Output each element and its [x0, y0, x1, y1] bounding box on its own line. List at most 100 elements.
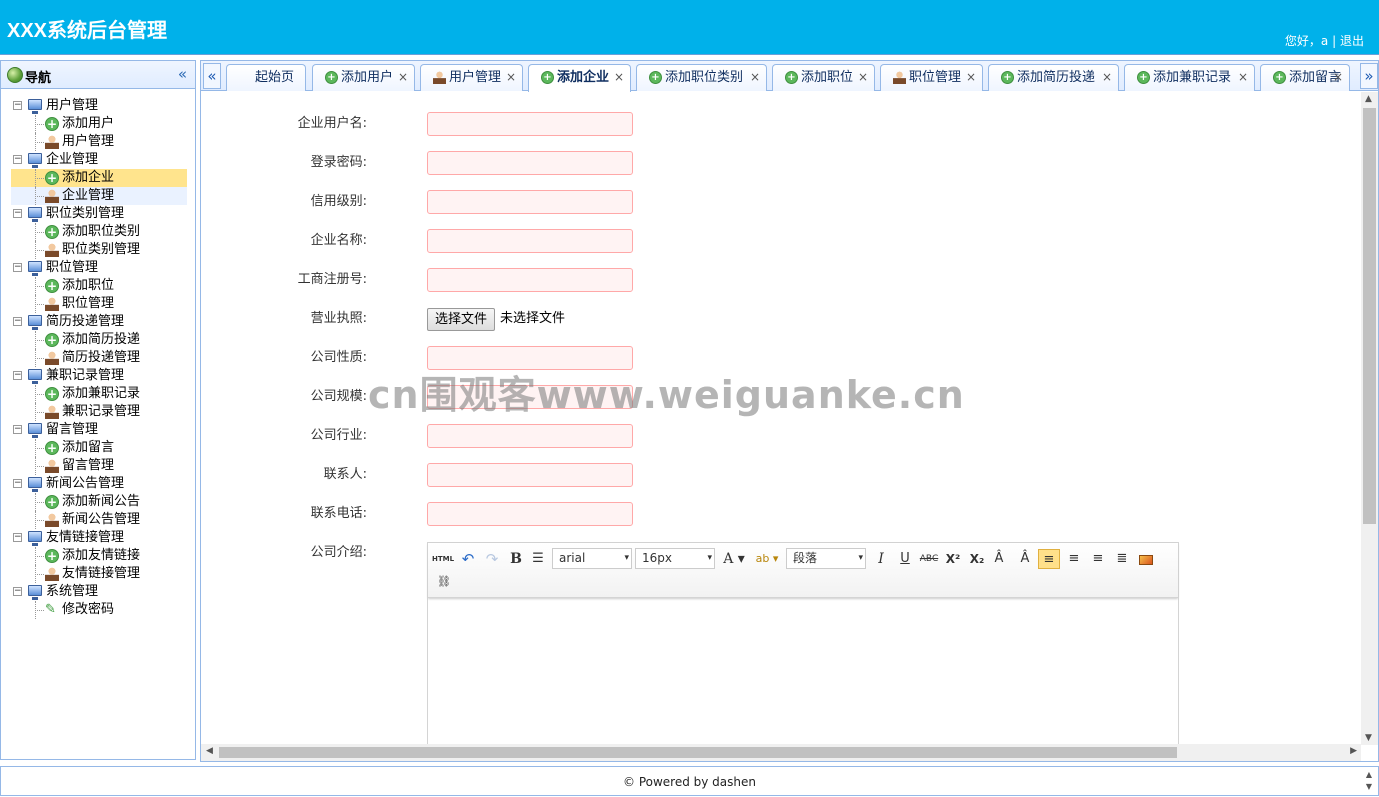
- horizontal-scrollbar[interactable]: ◀ ▶: [201, 744, 1361, 761]
- tree-item[interactable]: + 添加职位类别: [11, 223, 187, 241]
- scroll-right-icon[interactable]: ▶: [1350, 746, 1357, 756]
- tree-item[interactable]: 友情链接管理: [11, 565, 187, 583]
- tree-item[interactable]: 企业管理: [11, 187, 187, 205]
- close-icon[interactable]: ×: [614, 65, 624, 90]
- tree-group[interactable]: − 企业管理: [11, 151, 187, 169]
- form-row: 信用级别:: [201, 190, 1201, 214]
- tab[interactable]: + 添加兼职记录 ×: [1124, 64, 1255, 91]
- collapse-toggle-icon[interactable]: −: [13, 425, 22, 434]
- collapse-toggle-icon[interactable]: −: [13, 317, 22, 326]
- tree-item[interactable]: 职位管理: [11, 295, 187, 313]
- close-icon[interactable]: ×: [750, 65, 760, 90]
- tree-group[interactable]: − 职位类别管理: [11, 205, 187, 223]
- text-field[interactable]: [427, 229, 633, 253]
- tree-item[interactable]: + 添加用户: [11, 115, 187, 133]
- scroll-up-icon[interactable]: ▲: [1365, 94, 1372, 104]
- field-label: 企业名称:: [310, 233, 367, 248]
- tab[interactable]: + 添加留言 ×: [1260, 64, 1350, 91]
- footer-scroll-icon[interactable]: ▲ ▼: [1362, 769, 1376, 793]
- tree-item[interactable]: 职位类别管理: [11, 241, 187, 259]
- user-icon: [45, 243, 59, 257]
- tree-item[interactable]: + 添加友情链接: [11, 547, 187, 565]
- tree-item[interactable]: ✎ 修改密码: [11, 601, 187, 619]
- tree-group[interactable]: − 简历投递管理: [11, 313, 187, 331]
- tree-item[interactable]: 简历投递管理: [11, 349, 187, 367]
- tab[interactable]: + 添加简历投递 ×: [988, 64, 1119, 91]
- close-icon[interactable]: ×: [398, 65, 408, 90]
- close-icon[interactable]: ×: [1238, 65, 1248, 90]
- collapse-toggle-icon[interactable]: −: [13, 587, 22, 596]
- tree-group[interactable]: − 职位管理: [11, 259, 187, 277]
- tree-item[interactable]: + 添加简历投递: [11, 331, 187, 349]
- choose-file-button[interactable]: 选择文件: [427, 308, 496, 331]
- scroll-tabs-right-icon[interactable]: »: [1360, 63, 1378, 89]
- tree-line: [35, 196, 44, 197]
- tree-item[interactable]: + 添加新闻公告: [11, 493, 187, 511]
- collapse-toggle-icon[interactable]: −: [13, 101, 22, 110]
- field-label: 联系电话:: [310, 506, 367, 521]
- tab[interactable]: + 添加用户 ×: [312, 64, 415, 91]
- text-field[interactable]: [427, 502, 633, 526]
- tree-item-label: 新闻公告管理: [62, 512, 141, 527]
- tree-group[interactable]: − 用户管理: [11, 97, 187, 115]
- tree-item[interactable]: + 添加留言: [11, 439, 187, 457]
- add-icon: +: [1001, 71, 1014, 84]
- separator: |: [1332, 34, 1337, 48]
- tree-group[interactable]: − 系统管理: [11, 583, 187, 601]
- tree-item[interactable]: 兼职记录管理: [11, 403, 187, 421]
- vertical-scroll-thumb[interactable]: [1363, 108, 1376, 524]
- tree-item[interactable]: + 添加职位: [11, 277, 187, 295]
- collapse-toggle-icon[interactable]: −: [13, 155, 22, 164]
- tree-group[interactable]: − 友情链接管理: [11, 529, 187, 547]
- tab[interactable]: 起始页: [226, 64, 306, 91]
- tree-item[interactable]: 用户管理: [11, 133, 187, 151]
- tab-label: 添加用户: [341, 70, 394, 85]
- collapse-icon[interactable]: «: [178, 65, 187, 83]
- tree-item[interactable]: 新闻公告管理: [11, 511, 187, 529]
- form-row: 营业执照: 选择文件 未选择文件: [201, 307, 1201, 331]
- tree-item[interactable]: 留言管理: [11, 457, 187, 475]
- nav-panel: 导航 « − 用户管理 + 添加用户 用户管理 − 企业管理 + 添加企业 企业管理 − 职位类别管理…: [0, 60, 196, 760]
- rich-text-editor[interactable]: HTML ↶ ↷ B ☰ arial 16px A ▾ ab ▾ 段落 I U …: [427, 542, 1179, 761]
- computer-icon: [28, 531, 42, 546]
- text-field[interactable]: [427, 424, 633, 448]
- text-field[interactable]: [427, 268, 633, 292]
- tree-group[interactable]: − 留言管理: [11, 421, 187, 439]
- horizontal-scroll-thumb[interactable]: [219, 747, 1177, 758]
- logout-link[interactable]: 退出: [1340, 34, 1364, 48]
- scroll-left-icon[interactable]: ◀: [206, 746, 213, 756]
- text-field[interactable]: [427, 151, 633, 175]
- collapse-toggle-icon[interactable]: −: [13, 209, 22, 218]
- tree-line: [35, 124, 44, 125]
- tree-item[interactable]: + 添加企业: [11, 169, 187, 187]
- tab[interactable]: 职位管理 ×: [880, 64, 983, 91]
- tree-item-label: 用户管理: [62, 134, 115, 149]
- tree-line: [35, 520, 44, 521]
- add-icon: +: [45, 441, 59, 455]
- tab[interactable]: 用户管理 ×: [420, 64, 523, 91]
- close-icon[interactable]: ×: [1102, 65, 1112, 90]
- text-field[interactable]: [427, 112, 633, 136]
- close-icon[interactable]: ×: [506, 65, 516, 90]
- close-icon[interactable]: ×: [858, 65, 868, 90]
- link-icon[interactable]: ⛓: [434, 572, 454, 592]
- close-icon[interactable]: ×: [966, 65, 976, 90]
- collapse-toggle-icon[interactable]: −: [13, 371, 22, 380]
- close-icon[interactable]: ×: [1333, 65, 1343, 90]
- file-status: 未选择文件: [500, 311, 566, 326]
- collapse-toggle-icon[interactable]: −: [13, 533, 22, 542]
- tab[interactable]: + 添加职位 ×: [772, 64, 875, 91]
- scroll-down-icon[interactable]: ▼: [1365, 733, 1372, 743]
- tree-group[interactable]: − 新闻公告管理: [11, 475, 187, 493]
- collapse-toggle-icon[interactable]: −: [13, 479, 22, 488]
- tab[interactable]: + 添加企业 ×: [528, 64, 631, 92]
- scroll-tabs-left-icon[interactable]: «: [203, 63, 221, 89]
- tree-item[interactable]: + 添加兼职记录: [11, 385, 187, 403]
- text-field[interactable]: [427, 463, 633, 487]
- tree-line: [35, 304, 44, 305]
- tree-group[interactable]: − 兼职记录管理: [11, 367, 187, 385]
- tab[interactable]: + 添加职位类别 ×: [636, 64, 767, 91]
- text-field[interactable]: [427, 190, 633, 214]
- collapse-toggle-icon[interactable]: −: [13, 263, 22, 272]
- vertical-scrollbar[interactable]: ▲ ▼: [1361, 92, 1378, 745]
